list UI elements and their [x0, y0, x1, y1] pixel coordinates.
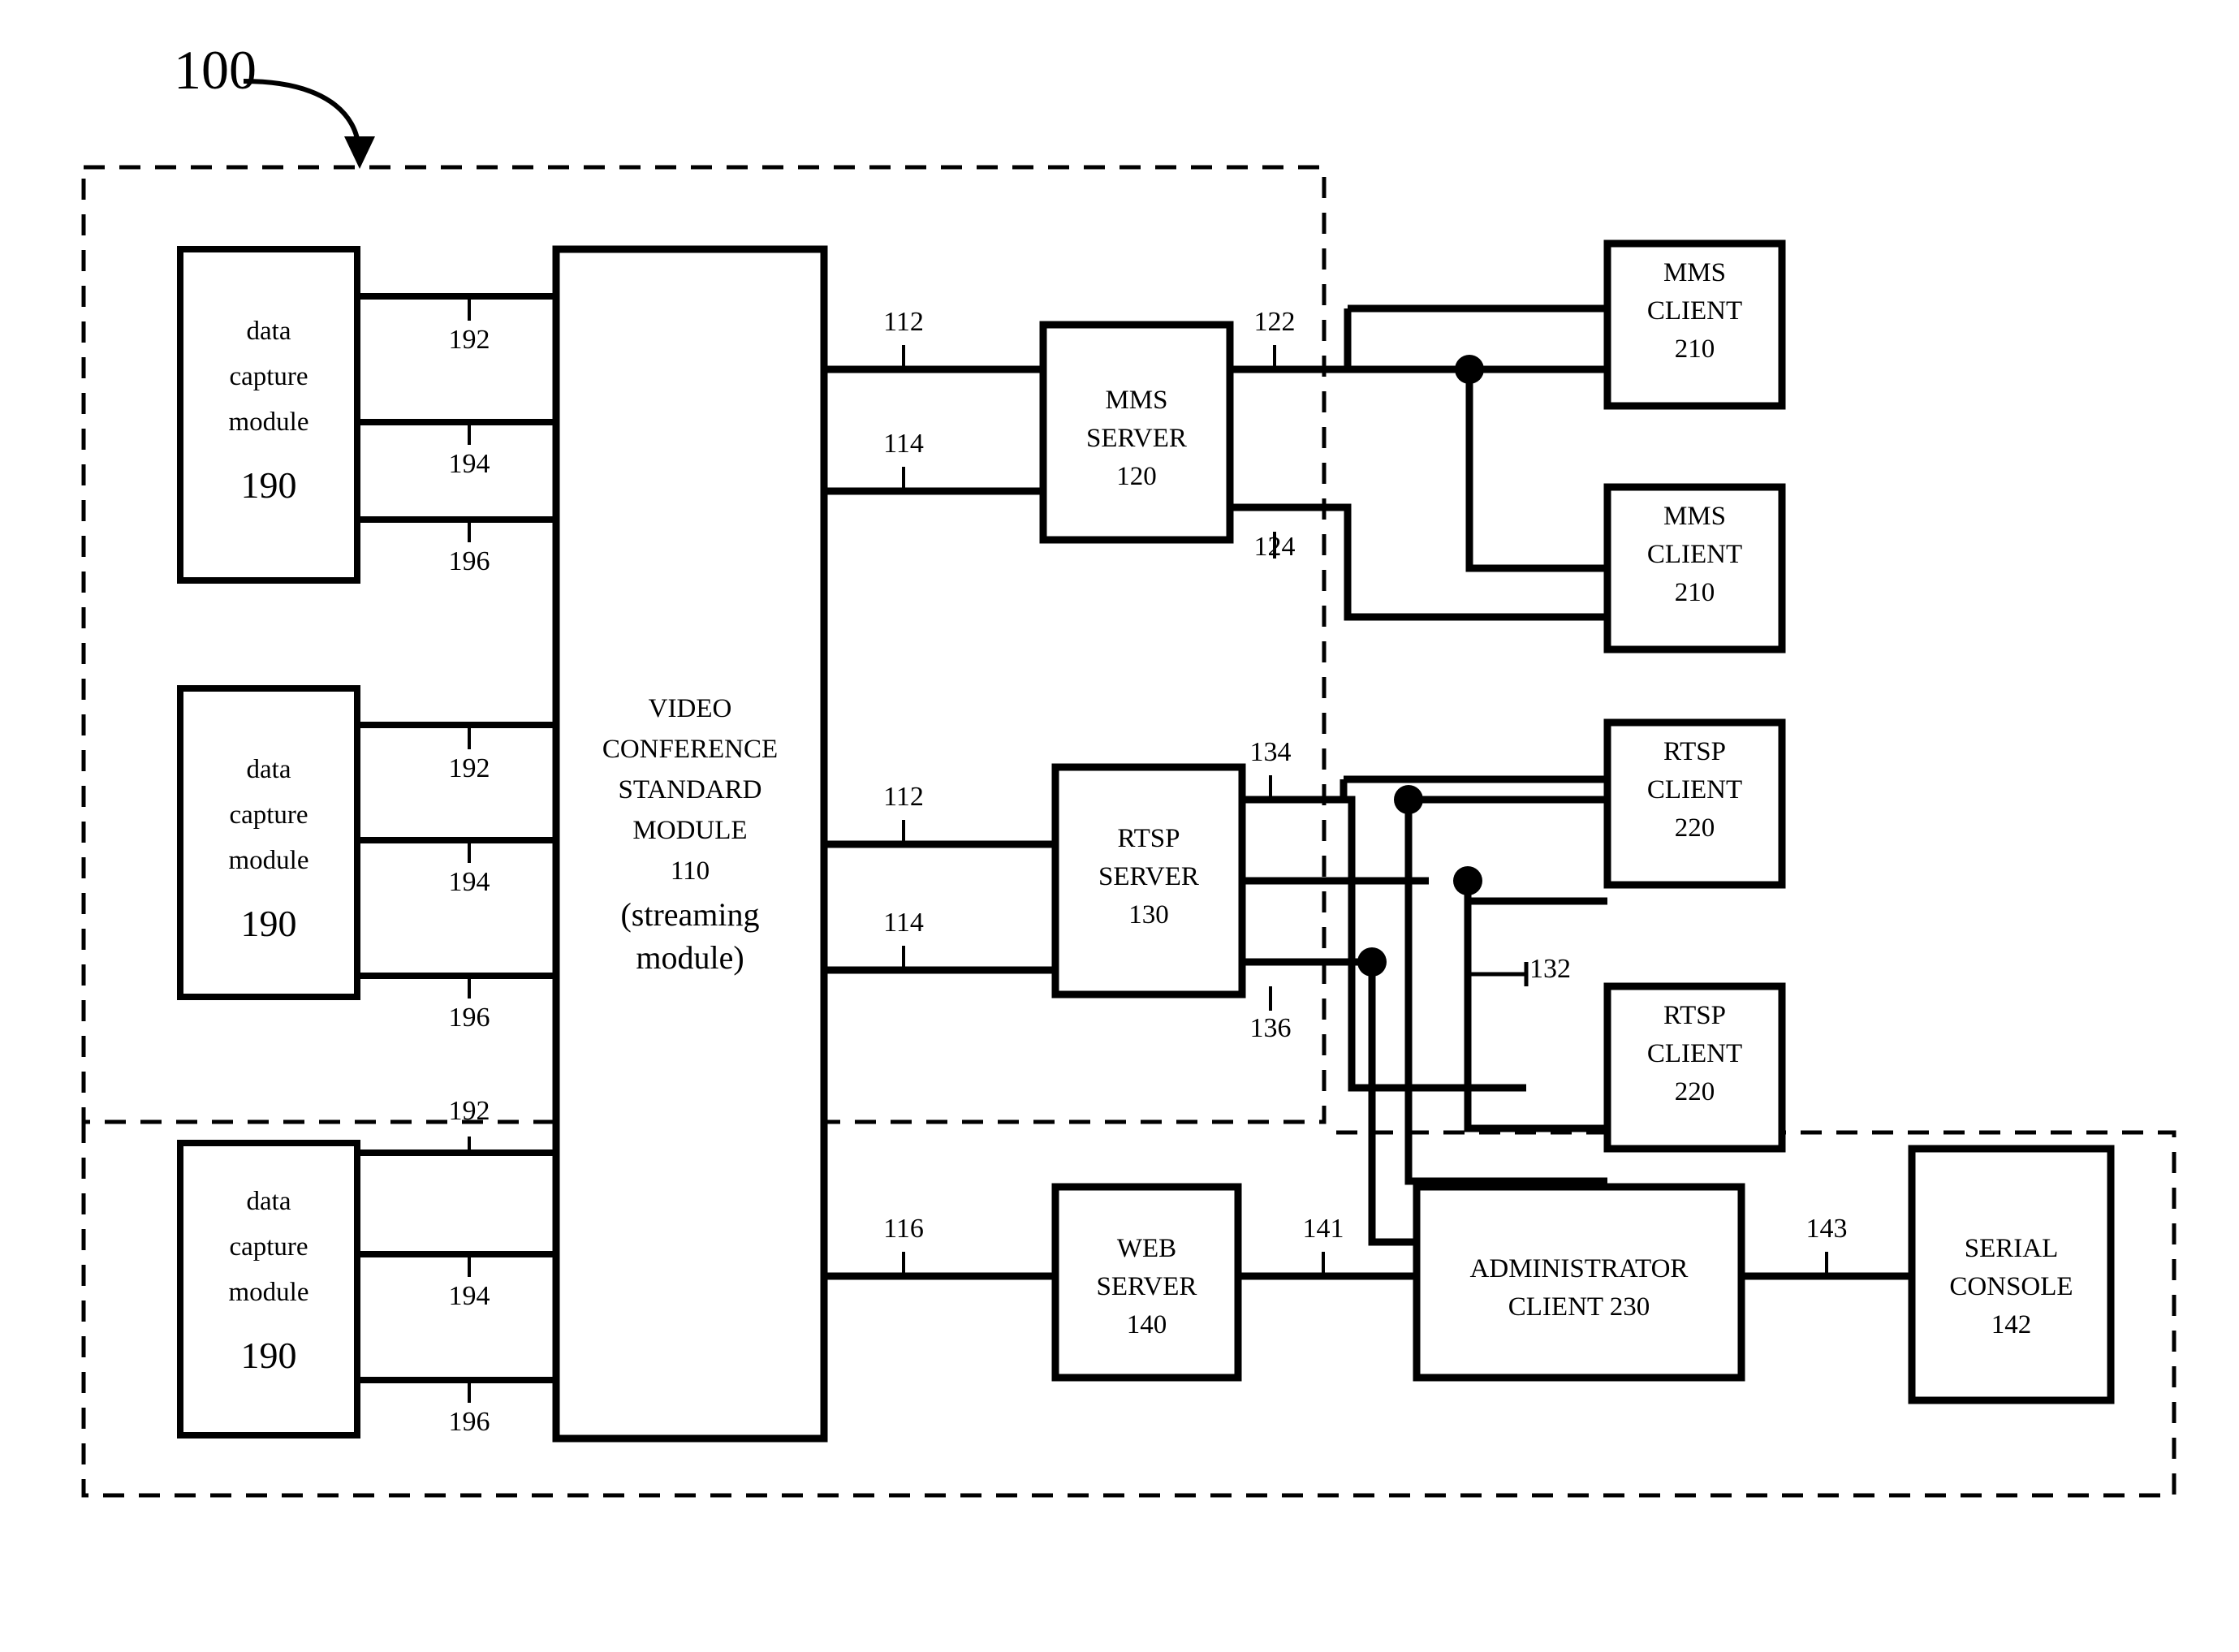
data-capture-2-title-line1: data	[246, 755, 291, 784]
serial-console-ref: 142	[1991, 1310, 2032, 1339]
rtsp-server-line2: SERVER	[1098, 862, 1199, 891]
data-capture-1-ref: 190	[240, 464, 297, 506]
patent-figure-canvas: 100 data capture module 190 192 194 196 …	[0, 0, 2239, 1652]
ref-196-dc3: 196	[448, 1407, 490, 1437]
ref-116: 116	[883, 1214, 924, 1244]
mms-client-2-line2: CLIENT	[1646, 540, 1743, 569]
wire-134	[1242, 796, 1526, 1092]
vcs-module-line1: VIDEO	[648, 694, 732, 723]
vcs-module-line3: STANDARD	[618, 775, 762, 804]
mms-client-1-line1: MMS	[1663, 258, 1727, 287]
web-server-line2: SERVER	[1096, 1272, 1197, 1301]
ref-122: 122	[1253, 307, 1296, 337]
ref-136: 136	[1249, 1013, 1292, 1043]
ref-124: 124	[1253, 532, 1296, 562]
data-capture-2-title-line2: capture	[229, 800, 308, 830]
data-capture-1-title-line1: data	[246, 317, 291, 346]
mms-server-line2: SERVER	[1086, 424, 1187, 453]
ref-192-dc3: 192	[448, 1096, 490, 1126]
wire-mms-junction-drop	[1465, 369, 1607, 572]
rtsp-client-1-line2: CLIENT	[1646, 775, 1743, 804]
ref-194-dc1: 194	[448, 449, 490, 479]
ref-134: 134	[1249, 737, 1292, 767]
ref-194-dc3: 194	[448, 1281, 490, 1311]
wire-rtsp-junction-a-drop	[1404, 800, 1607, 1185]
wire-rtsp-c1-lower	[1464, 881, 1607, 905]
ref-132: 132	[1529, 954, 1571, 984]
rtsp-client-2-line2: CLIENT	[1646, 1039, 1743, 1068]
ref-112-rtsp: 112	[883, 782, 924, 812]
mms-client-2-line1: MMS	[1663, 502, 1727, 531]
ref-196-dc1: 196	[448, 546, 490, 576]
data-capture-3-title-line1: data	[246, 1187, 291, 1216]
vcs-module-line2: CONFERENCE	[602, 735, 779, 764]
vcs-module-line4: MODULE	[632, 816, 748, 845]
data-capture-1-title-line3: module	[228, 408, 309, 437]
ref-112-mms: 112	[883, 307, 924, 337]
vcs-module-line5: (streaming	[620, 896, 760, 933]
data-capture-2-ref: 190	[240, 903, 297, 944]
data-capture-2-title-line3: module	[228, 846, 309, 875]
ref-143: 143	[1805, 1214, 1848, 1244]
mms-client-1-line2: CLIENT	[1646, 296, 1743, 326]
mms-client-1-ref: 210	[1674, 334, 1715, 364]
ref-114-rtsp: 114	[883, 908, 924, 938]
data-capture-3-title-line3: module	[228, 1278, 309, 1307]
serial-console-line2: CONSOLE	[1949, 1272, 2073, 1301]
web-server-ref: 140	[1126, 1310, 1167, 1339]
ref-192-dc2: 192	[448, 753, 490, 783]
mms-client-2-ref: 210	[1674, 578, 1715, 607]
data-capture-3-ref: 190	[240, 1335, 297, 1376]
mms-server-line1: MMS	[1105, 386, 1168, 415]
ref-196-dc2: 196	[448, 1003, 490, 1033]
figure-ref-arrowhead	[344, 136, 375, 169]
data-capture-1-title-line2: capture	[229, 362, 308, 391]
figure-number: 100	[174, 39, 257, 101]
rtsp-client-2-line1: RTSP	[1663, 1001, 1726, 1030]
box-data-capture-2	[177, 685, 360, 1000]
rtsp-client-1-line1: RTSP	[1663, 737, 1726, 766]
vcs-module-ref: 110	[670, 856, 710, 886]
rtsp-client-1-ref: 220	[1674, 813, 1715, 843]
rtsp-client-2-ref: 220	[1674, 1077, 1715, 1106]
web-server-line1: WEB	[1116, 1234, 1177, 1263]
ref-192-dc1: 192	[448, 325, 490, 355]
vcs-module-line6: module)	[636, 939, 744, 976]
ref-194-dc2: 194	[448, 867, 490, 897]
ref-114-mms: 114	[883, 429, 924, 459]
serial-console-line1: SERIAL	[1964, 1234, 2059, 1263]
rtsp-server-ref: 130	[1128, 900, 1169, 930]
ref-141: 141	[1302, 1214, 1344, 1244]
data-capture-3-title-line2: capture	[229, 1232, 308, 1262]
administrator-client-line1: ADMINISTRATOR	[1469, 1254, 1689, 1283]
rtsp-server-line1: RTSP	[1117, 824, 1180, 853]
administrator-client-line2: CLIENT 230	[1508, 1292, 1650, 1322]
mms-server-ref: 120	[1116, 462, 1157, 491]
